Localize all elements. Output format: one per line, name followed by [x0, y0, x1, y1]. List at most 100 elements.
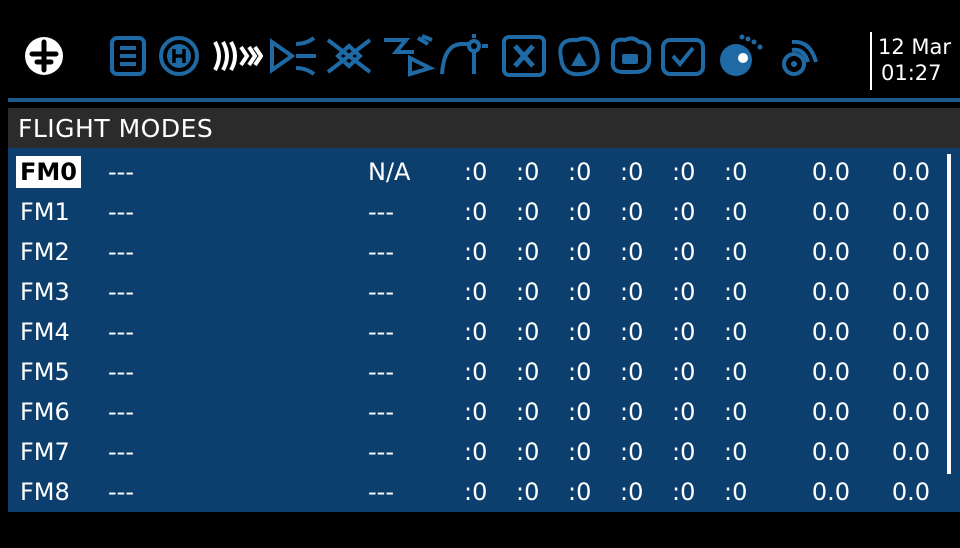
- flight-mode-label[interactable]: ---: [108, 312, 134, 352]
- telemetry-signal-icon[interactable]: [774, 32, 820, 80]
- trim-value[interactable]: :0: [724, 152, 747, 192]
- flight-mode-row[interactable]: FM4 --- ---:0:0:0:0:0:0 0.0 0.0: [8, 312, 960, 352]
- trim-value[interactable]: :0: [620, 352, 643, 392]
- trim-value[interactable]: :0: [516, 272, 539, 312]
- mixes-icon[interactable]: [322, 32, 376, 80]
- flight-mode-row[interactable]: FM1 --- ---:0:0:0:0:0:0 0.0 0.0: [8, 192, 960, 232]
- heli-icon[interactable]: [156, 32, 202, 80]
- flight-mode-list[interactable]: FM0 --- N/A:0:0:0:0:0:0 0.0 0.0 FM1 --- ---:0:0…: [8, 148, 960, 512]
- trim-value[interactable]: :0: [568, 152, 591, 192]
- trim-value[interactable]: :0: [724, 192, 747, 232]
- fade-out-value[interactable]: 0.0: [870, 192, 930, 232]
- trim-value[interactable]: :0: [516, 232, 539, 272]
- fade-out-value[interactable]: 0.0: [870, 272, 930, 312]
- trim-value[interactable]: :0: [672, 392, 695, 432]
- trim-value[interactable]: :0: [620, 312, 643, 352]
- trim-value[interactable]: :0: [464, 352, 487, 392]
- trim-value[interactable]: :0: [620, 232, 643, 272]
- flight-mode-label[interactable]: ---: [108, 432, 134, 472]
- flight-mode-row[interactable]: FM2 --- ---:0:0:0:0:0:0 0.0 0.0: [8, 232, 960, 272]
- trim-value[interactable]: :0: [620, 432, 643, 472]
- flight-mode-switch[interactable]: ---: [368, 352, 394, 392]
- flight-mode-name[interactable]: FM6: [16, 392, 74, 432]
- fade-out-value[interactable]: 0.0: [870, 232, 930, 272]
- trim-value[interactable]: :0: [672, 352, 695, 392]
- flight-mode-label[interactable]: ---: [108, 352, 134, 392]
- trim-value[interactable]: :0: [568, 432, 591, 472]
- trim-value[interactable]: :0: [568, 272, 591, 312]
- trim-value[interactable]: :0: [464, 232, 487, 272]
- fade-out-value[interactable]: 0.0: [870, 392, 930, 432]
- model-menu-icon[interactable]: [108, 32, 148, 80]
- flight-mode-name[interactable]: FM1: [16, 192, 74, 232]
- trim-value[interactable]: :0: [464, 312, 487, 352]
- flight-mode-row[interactable]: FM3 --- ---:0:0:0:0:0:0 0.0 0.0: [8, 272, 960, 312]
- trim-value[interactable]: :0: [672, 272, 695, 312]
- fade-in-value[interactable]: 0.0: [790, 392, 850, 432]
- trim-value[interactable]: :0: [568, 472, 591, 512]
- inputs-icon[interactable]: [266, 32, 320, 80]
- trim-value[interactable]: :0: [672, 152, 695, 192]
- trim-value[interactable]: :0: [724, 312, 747, 352]
- trim-value[interactable]: :0: [464, 192, 487, 232]
- trim-value[interactable]: :0: [516, 392, 539, 432]
- fade-in-value[interactable]: 0.0: [790, 192, 850, 232]
- flight-mode-switch[interactable]: ---: [368, 432, 394, 472]
- trim-value[interactable]: :0: [620, 272, 643, 312]
- fade-out-value[interactable]: 0.0: [870, 472, 930, 512]
- flight-mode-label[interactable]: ---: [108, 472, 134, 512]
- trim-value[interactable]: :0: [620, 392, 643, 432]
- flight-mode-name[interactable]: FM7: [16, 432, 74, 472]
- radio-menu-icon[interactable]: [20, 32, 68, 80]
- trim-value[interactable]: :0: [464, 472, 487, 512]
- trim-value[interactable]: :0: [464, 152, 487, 192]
- flight-mode-switch[interactable]: ---: [368, 312, 394, 352]
- flight-mode-name[interactable]: FM3: [16, 272, 74, 312]
- outputs-icon[interactable]: [380, 32, 436, 80]
- trim-value[interactable]: :0: [568, 312, 591, 352]
- fade-in-value[interactable]: 0.0: [790, 232, 850, 272]
- fade-in-value[interactable]: 0.0: [790, 152, 850, 192]
- fade-in-value[interactable]: 0.0: [790, 272, 850, 312]
- trim-value[interactable]: :0: [724, 472, 747, 512]
- flight-mode-label[interactable]: ---: [108, 152, 134, 192]
- fade-out-value[interactable]: 0.0: [870, 312, 930, 352]
- flight-mode-name[interactable]: FM5: [16, 352, 74, 392]
- flight-mode-switch[interactable]: ---: [368, 232, 394, 272]
- flight-mode-name[interactable]: FM2: [16, 232, 74, 272]
- timer-icon[interactable]: [716, 32, 764, 80]
- trim-value[interactable]: :0: [672, 472, 695, 512]
- flight-mode-switch[interactable]: ---: [368, 472, 394, 512]
- trim-value[interactable]: :0: [516, 432, 539, 472]
- flight-mode-row[interactable]: FM7 --- ---:0:0:0:0:0:0 0.0 0.0: [8, 432, 960, 472]
- trim-value[interactable]: :0: [724, 272, 747, 312]
- flight-modes-icon[interactable]: [208, 32, 264, 80]
- fade-in-value[interactable]: 0.0: [790, 472, 850, 512]
- fade-in-value[interactable]: 0.0: [790, 312, 850, 352]
- flight-mode-name[interactable]: FM8: [16, 472, 74, 512]
- trim-value[interactable]: :0: [724, 232, 747, 272]
- flight-mode-switch[interactable]: ---: [368, 192, 394, 232]
- flight-mode-name[interactable]: FM0: [16, 156, 81, 188]
- trim-value[interactable]: :0: [568, 392, 591, 432]
- trim-value[interactable]: :0: [724, 432, 747, 472]
- trim-value[interactable]: :0: [464, 272, 487, 312]
- custom-scripts-icon[interactable]: [606, 32, 654, 80]
- trim-value[interactable]: :0: [516, 152, 539, 192]
- trim-value[interactable]: :0: [568, 352, 591, 392]
- trim-value[interactable]: :0: [516, 312, 539, 352]
- flight-mode-label[interactable]: ---: [108, 272, 134, 312]
- flight-mode-row[interactable]: FM5 --- ---:0:0:0:0:0:0 0.0 0.0: [8, 352, 960, 392]
- flight-mode-switch[interactable]: N/A: [368, 152, 410, 192]
- flight-mode-row[interactable]: FM8 --- ---:0:0:0:0:0:0 0.0 0.0: [8, 472, 960, 512]
- fade-out-value[interactable]: 0.0: [870, 152, 930, 192]
- flight-mode-row[interactable]: FM0 --- N/A:0:0:0:0:0:0 0.0 0.0: [8, 152, 960, 192]
- trim-value[interactable]: :0: [620, 472, 643, 512]
- fade-out-value[interactable]: 0.0: [870, 352, 930, 392]
- flight-mode-label[interactable]: ---: [108, 232, 134, 272]
- fade-in-value[interactable]: 0.0: [790, 352, 850, 392]
- telemetry-icon[interactable]: [660, 32, 706, 80]
- flight-mode-row[interactable]: FM6 --- ---:0:0:0:0:0:0 0.0 0.0: [8, 392, 960, 432]
- trim-value[interactable]: :0: [620, 192, 643, 232]
- curves-icon[interactable]: [438, 32, 492, 80]
